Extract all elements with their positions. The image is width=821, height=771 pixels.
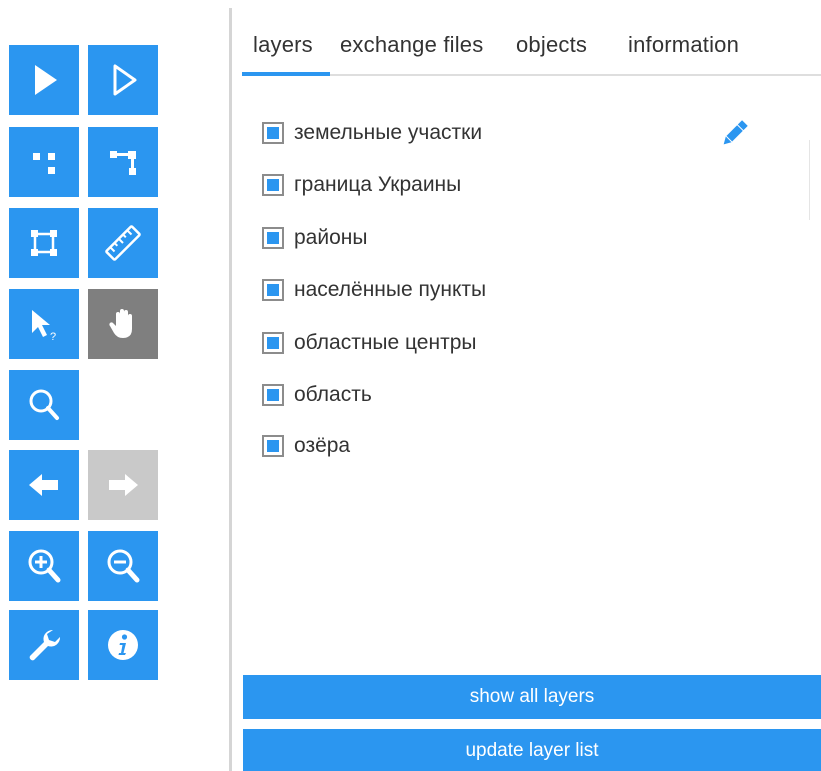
direct-select-tool-button[interactable] xyxy=(88,45,158,115)
identify-tool-button[interactable]: ? xyxy=(9,289,79,359)
layer-checkbox[interactable] xyxy=(262,122,284,144)
select-tool-button[interactable] xyxy=(9,45,79,115)
identify-cursor-icon: ? xyxy=(32,310,56,343)
bounding-box-tool-button[interactable] xyxy=(9,208,79,278)
layer-label: озёра xyxy=(294,434,351,457)
arrow-select-icon xyxy=(35,65,57,95)
active-tab-indicator xyxy=(242,72,330,76)
layer-item[interactable]: область xyxy=(262,380,372,410)
pencil-edit-icon[interactable] xyxy=(718,116,752,150)
layer-label: областные центры xyxy=(294,331,477,354)
arrow-right-icon xyxy=(109,474,138,496)
layer-checkbox[interactable] xyxy=(262,174,284,196)
layer-checkbox[interactable] xyxy=(262,332,284,354)
panel-tabs: layers exchange files objects informatio… xyxy=(242,28,821,76)
layer-checkbox[interactable] xyxy=(262,279,284,301)
svg-text:?: ? xyxy=(50,331,56,343)
forward-button[interactable] xyxy=(88,450,158,520)
bounding-box-icon xyxy=(31,230,57,256)
layer-label: населённые пункты xyxy=(294,278,487,301)
zoom-out-icon xyxy=(107,549,140,583)
update-layer-list-button[interactable]: update layer list xyxy=(243,729,821,771)
layer-checkbox[interactable] xyxy=(262,227,284,249)
vertex-points-tool-button[interactable] xyxy=(9,127,79,197)
zoom-out-button[interactable] xyxy=(88,531,158,601)
pan-tool-button[interactable] xyxy=(88,289,158,359)
ruler-icon xyxy=(105,225,141,261)
layer-label: область xyxy=(294,383,372,406)
tab-layers[interactable]: layers xyxy=(253,32,313,58)
hand-pan-icon xyxy=(109,309,132,338)
layer-checkbox[interactable] xyxy=(262,435,284,457)
layer-item[interactable]: земельные участки xyxy=(262,118,482,148)
panel-divider xyxy=(229,8,232,771)
layer-checkbox[interactable] xyxy=(262,384,284,406)
layer-label: земельные участки xyxy=(294,121,483,144)
measure-tool-button[interactable] xyxy=(88,208,158,278)
settings-button[interactable] xyxy=(9,610,79,680)
vertex-line-icon xyxy=(110,151,136,175)
layer-item[interactable]: областные центры xyxy=(262,328,476,358)
zoom-in-icon xyxy=(28,549,61,583)
layer-label: граница Украины xyxy=(294,173,462,196)
show-all-layers-button[interactable]: show all layers xyxy=(243,675,821,719)
tab-objects[interactable]: objects xyxy=(516,32,587,58)
panel-scroll-edge xyxy=(809,140,821,220)
layer-label: районы xyxy=(294,226,368,249)
arrow-left-icon xyxy=(29,474,58,496)
magnifier-icon xyxy=(29,389,59,420)
vertex-points-icon xyxy=(33,153,55,174)
vertex-line-tool-button[interactable] xyxy=(88,127,158,197)
info-button[interactable] xyxy=(88,610,158,680)
search-tool-button[interactable] xyxy=(9,370,79,440)
tab-exchange-files[interactable]: exchange files xyxy=(340,32,483,58)
layer-item[interactable]: населённые пункты xyxy=(262,275,486,305)
wrench-icon xyxy=(29,629,61,661)
layer-item[interactable]: граница Украины xyxy=(262,170,461,200)
back-button[interactable] xyxy=(9,450,79,520)
info-icon xyxy=(108,630,138,660)
layer-item[interactable]: озёра xyxy=(262,431,350,461)
tab-information[interactable]: information xyxy=(628,32,739,58)
arrow-outline-select-icon xyxy=(113,64,137,96)
layer-item[interactable]: районы xyxy=(262,223,367,253)
zoom-in-button[interactable] xyxy=(9,531,79,601)
